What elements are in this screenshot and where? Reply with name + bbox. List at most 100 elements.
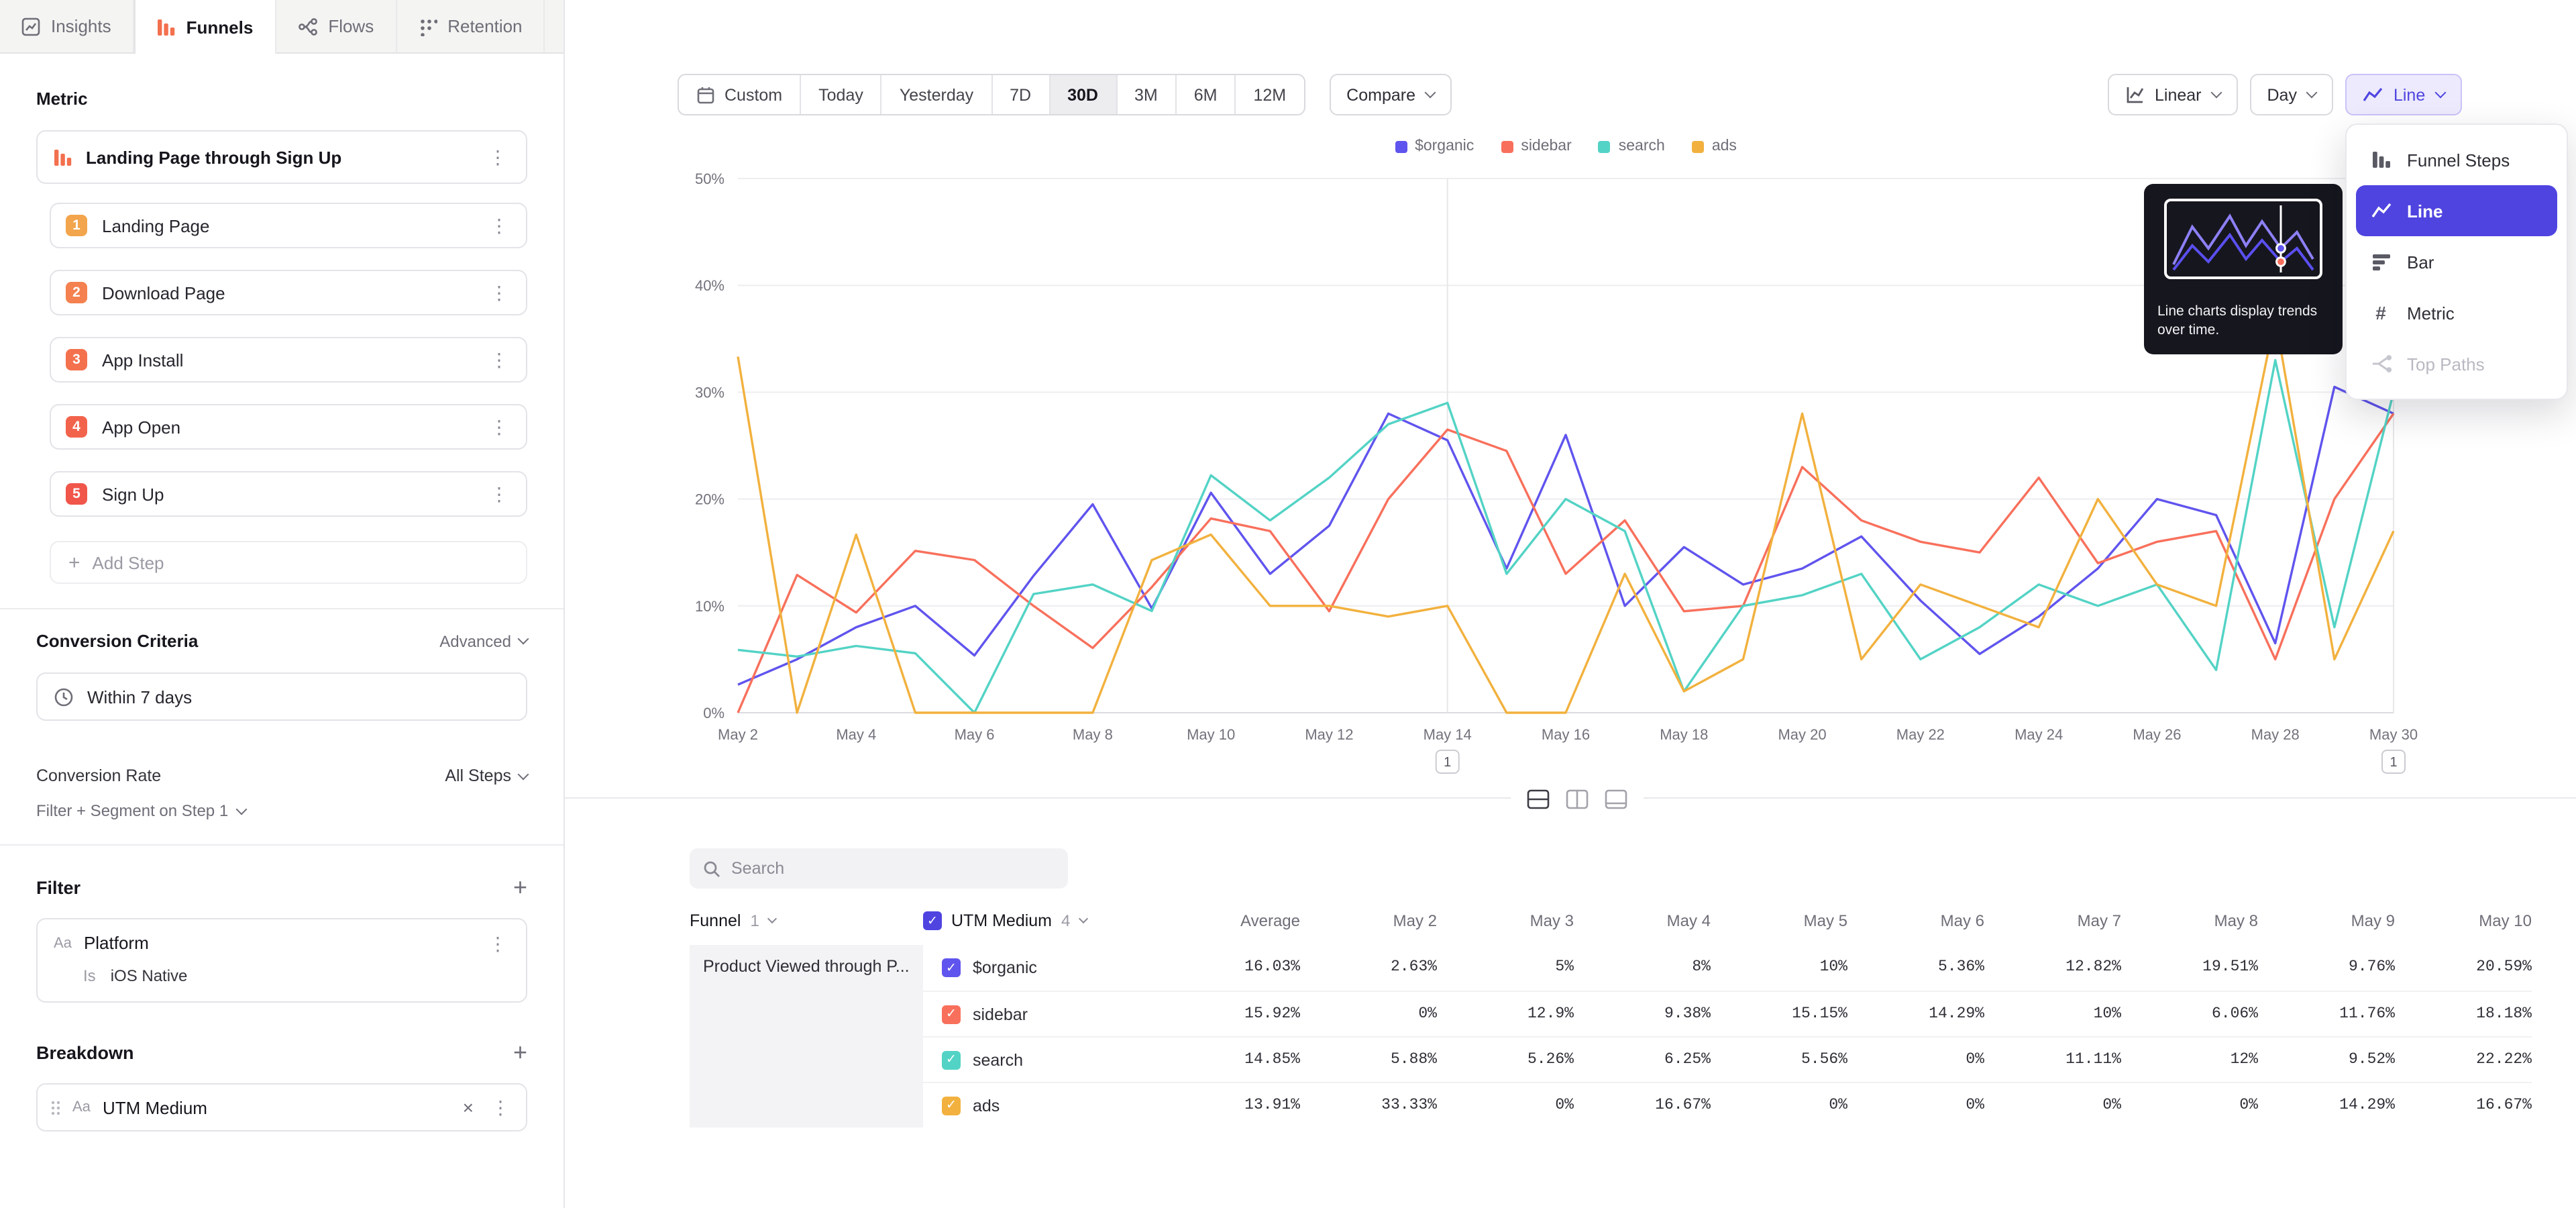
select-all-checkbox[interactable]: ✓	[923, 911, 942, 930]
advanced-dropdown[interactable]: Advanced	[439, 632, 527, 650]
kebab-menu-icon[interactable]: ⋮	[487, 417, 511, 436]
date-range-3m[interactable]: 3M	[1116, 75, 1175, 114]
funnel-step[interactable]: 5Sign Up⋮	[50, 471, 527, 517]
kebab-menu-icon[interactable]: ⋮	[487, 216, 511, 235]
series-checkbox[interactable]: ✓	[942, 958, 961, 977]
series-row-name[interactable]: ✓$organic	[923, 945, 1162, 991]
layout-chart-only-icon[interactable]	[1605, 789, 1627, 809]
legend-item[interactable]: $organic	[1395, 138, 1474, 154]
filter-operator[interactable]: Is	[83, 966, 96, 985]
series-checkbox[interactable]: ✓	[942, 1050, 961, 1069]
kebab-menu-icon[interactable]: ⋮	[486, 148, 510, 166]
granularity-dropdown[interactable]: Day	[2250, 74, 2333, 115]
legend-swatch	[1599, 140, 1611, 152]
line-chart-icon	[2363, 87, 2383, 103]
conversion-window-card[interactable]: Within 7 days	[36, 672, 527, 721]
search-box[interactable]	[690, 848, 1068, 889]
cell-value: 5.26%	[1437, 1036, 1574, 1082]
retention-icon	[418, 17, 437, 36]
remove-breakdown-icon[interactable]: ×	[460, 1097, 476, 1118]
date-range-7d[interactable]: 7D	[991, 75, 1049, 114]
kebab-menu-icon[interactable]: ⋮	[487, 485, 511, 503]
menu-item-funnel-steps[interactable]: Funnel Steps	[2356, 134, 2557, 185]
kebab-menu-icon[interactable]: ⋮	[486, 934, 510, 952]
drag-handle-icon[interactable]	[51, 1100, 60, 1115]
breakdown-table: Funnel1✓UTM Medium4AverageMay 2May 3May …	[690, 897, 2532, 1127]
legend-item[interactable]: search	[1599, 138, 1665, 154]
legend-label: search	[1619, 138, 1665, 154]
funnel-column-header[interactable]: Funnel1	[690, 911, 923, 930]
svg-text:May 26: May 26	[2133, 726, 2181, 743]
day-column-header: May 4	[1574, 911, 1711, 930]
breakdown-property-card[interactable]: Aa UTM Medium × ⋮	[36, 1083, 527, 1131]
menu-item-bar[interactable]: Bar	[2356, 236, 2557, 287]
series-checkbox[interactable]: ✓	[942, 1096, 961, 1115]
date-range-12m[interactable]: 12M	[1235, 75, 1304, 114]
menu-item-metric[interactable]: #Metric	[2356, 287, 2557, 338]
breakdown-heading: Breakdown	[36, 1042, 134, 1062]
cell-value: 12.82%	[1984, 945, 2121, 991]
date-range-30d[interactable]: 30D	[1049, 75, 1116, 114]
cell-value: 6.06%	[2121, 991, 2258, 1036]
date-range-label: Yesterday	[900, 85, 973, 104]
compare-button[interactable]: Compare	[1329, 74, 1452, 115]
date-range-yesterday[interactable]: Yesterday	[881, 75, 991, 114]
bar-icon	[2369, 251, 2392, 272]
scale-dropdown[interactable]: Linear	[2108, 74, 2238, 115]
filter-value[interactable]: iOS Native	[111, 966, 188, 985]
granularity-label: Day	[2267, 85, 2297, 104]
layout-chart-table-icon[interactable]	[1527, 789, 1550, 809]
funnel-step[interactable]: 2Download Page⋮	[50, 270, 527, 315]
series-row-name[interactable]: ✓ads	[923, 1082, 1162, 1127]
menu-item-line[interactable]: Line	[2356, 185, 2557, 236]
date-range-6m[interactable]: 6M	[1175, 75, 1235, 114]
svg-text:May 10: May 10	[1187, 726, 1235, 743]
funnel-step[interactable]: 3App Install⋮	[50, 337, 527, 383]
tab-retention[interactable]: Retention	[396, 0, 545, 52]
search-input[interactable]	[731, 859, 1055, 878]
series-row-name[interactable]: ✓sidebar	[923, 991, 1162, 1036]
day-column-header: May 7	[1984, 911, 2121, 930]
funnel-step[interactable]: 1Landing Page⋮	[50, 203, 527, 248]
series-row-name[interactable]: ✓search	[923, 1036, 1162, 1082]
cell-value: 0%	[1437, 1082, 1574, 1127]
funnel-group-cell[interactable]: Product Viewed through P...	[690, 945, 923, 1127]
filter-property-card[interactable]: Aa Platform ⋮ Is iOS Native	[36, 918, 527, 1003]
date-range-label: Custom	[724, 85, 782, 104]
series-checkbox[interactable]: ✓	[942, 1005, 961, 1023]
funnel-title: Landing Page through Sign Up	[86, 147, 472, 167]
funnel-step[interactable]: 4App Open⋮	[50, 404, 527, 450]
cell-value: 20.59%	[2395, 945, 2532, 991]
add-breakdown-button[interactable]: +	[513, 1040, 527, 1064]
add-step-button[interactable]: + Add Step	[50, 541, 527, 584]
breakdown-column-header[interactable]: ✓UTM Medium4	[923, 911, 1162, 930]
flows-icon	[297, 17, 317, 36]
date-range-custom[interactable]: Custom	[679, 75, 800, 114]
all-steps-dropdown[interactable]: All Steps	[445, 766, 527, 785]
add-filter-button[interactable]: +	[513, 875, 527, 899]
kebab-menu-icon[interactable]: ⋮	[487, 283, 511, 302]
conversion-rate-label: Conversion Rate	[36, 766, 161, 785]
average-value: 14.85%	[1162, 1036, 1300, 1082]
plus-icon: +	[68, 552, 80, 572]
layout-side-by-side-icon[interactable]	[1566, 789, 1589, 809]
filter-segment-dropdown[interactable]: Filter + Segment on Step 1	[36, 801, 527, 820]
cell-value: 6.25%	[1574, 1036, 1711, 1082]
metric-heading: Metric	[36, 89, 527, 109]
kebab-menu-icon[interactable]: ⋮	[487, 350, 511, 369]
cell-value: 14.29%	[1847, 991, 1984, 1036]
legend-item[interactable]: ads	[1692, 138, 1737, 154]
step-label: Landing Page	[102, 215, 472, 236]
chart-type-dropdown[interactable]: Line	[2345, 74, 2461, 115]
cell-value: 0%	[1711, 1082, 1847, 1127]
kebab-menu-icon[interactable]: ⋮	[488, 1098, 513, 1117]
legend-item[interactable]: sidebar	[1501, 138, 1571, 154]
funnel-card[interactable]: Landing Page through Sign Up ⋮	[36, 130, 527, 184]
tab-flows[interactable]: Flows	[276, 0, 396, 52]
tab-funnels[interactable]: Funnels	[134, 0, 276, 54]
svg-text:May 6: May 6	[955, 726, 995, 743]
tab-insights[interactable]: Insights	[0, 0, 134, 52]
svg-text:0%: 0%	[703, 705, 724, 721]
date-range-today[interactable]: Today	[800, 75, 881, 114]
svg-text:30%: 30%	[695, 384, 724, 401]
